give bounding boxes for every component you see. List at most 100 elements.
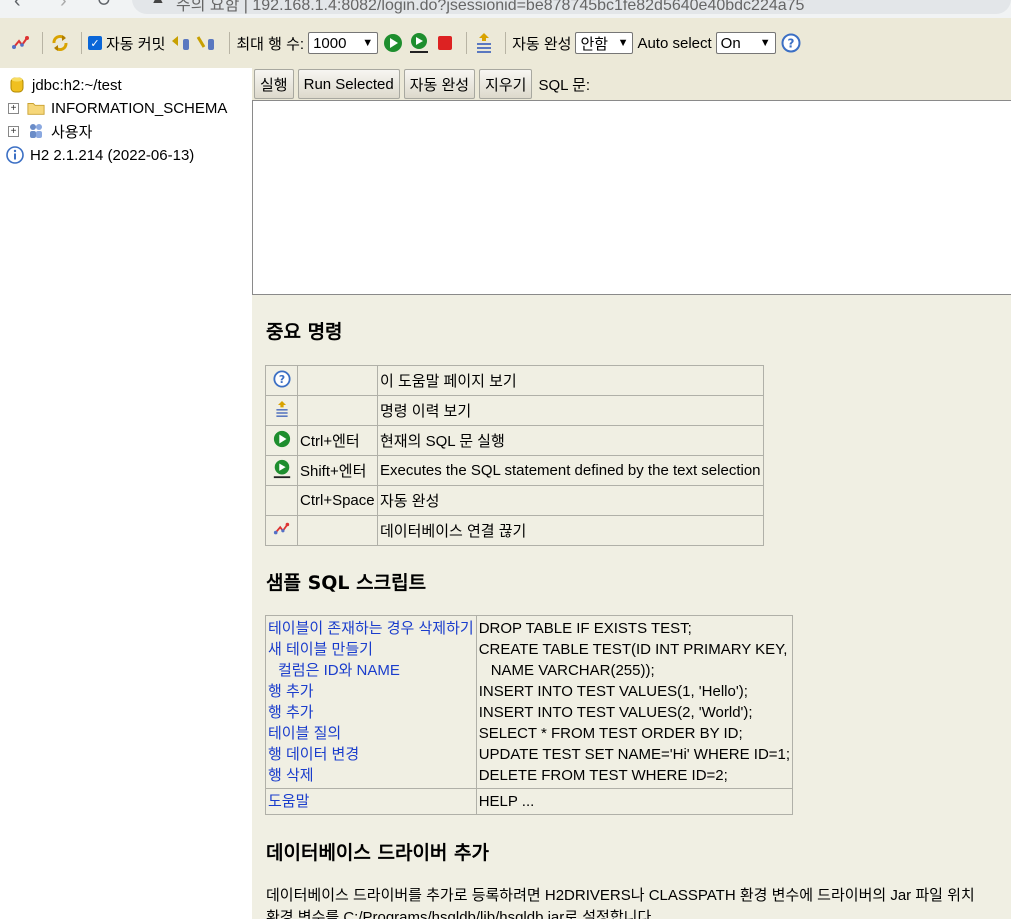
help-link-cell: 도움말 xyxy=(265,788,477,815)
separator xyxy=(229,32,231,54)
tree-item-users[interactable]: + 사용자 xyxy=(8,120,92,142)
connection-label: jdbc:h2:~/test xyxy=(32,76,122,94)
important-commands-title: 중요 명령 xyxy=(266,321,343,343)
command-key: Ctrl+엔터 xyxy=(297,425,378,456)
table-row: Ctrl+엔터 현재의 SQL 문 실행 xyxy=(265,425,764,456)
browser-chrome: ‹ › ↻ ▲ 주의 요함 | 192.168.1.4:8082/login.d… xyxy=(0,0,1011,18)
history-icon[interactable] xyxy=(265,395,298,426)
commit-icon[interactable] xyxy=(195,32,217,54)
empty-icon-cell xyxy=(265,485,298,516)
sample-link[interactable]: 새 테이블 만들기 xyxy=(268,639,474,660)
auto-commit-checkbox[interactable]: ✓ xyxy=(88,36,102,50)
tree-item-label: INFORMATION_SCHEMA xyxy=(51,99,228,117)
address-bar[interactable]: ▲ 주의 요함 | 192.168.1.4:8082/login.do?jses… xyxy=(132,0,1011,14)
table-row: Shift+엔터 Executes the SQL statement defi… xyxy=(265,455,764,486)
separator xyxy=(466,32,468,54)
command-key: Shift+엔터 xyxy=(297,455,378,486)
object-tree: jdbc:h2:~/test + INFORMATION_SCHEMA + 사용… xyxy=(0,68,252,919)
toolbar: ✓ 자동 커밋 최대 행 수: 1000 ▼ 자동 완성 안함 ▼ Auto sel… xyxy=(0,18,1011,68)
run-button[interactable]: 실행 xyxy=(254,69,294,99)
refresh-icon[interactable] xyxy=(49,32,71,54)
info-icon xyxy=(6,146,24,164)
table-row: 명령 이력 보기 xyxy=(265,395,764,426)
svg-text:?: ? xyxy=(787,37,794,51)
max-rows-label: 최대 행 수: xyxy=(236,35,305,53)
users-icon xyxy=(27,122,45,140)
query-bar: 실행 Run Selected 자동 완성 지우기 SQL 문: xyxy=(252,68,1011,100)
help-sql-cell: HELP ... xyxy=(475,788,794,815)
sample-sql-line: INSERT INTO TEST VALUES(1, 'Hello'); xyxy=(478,683,748,700)
sample-link[interactable]: 행 데이터 변경 xyxy=(268,744,474,765)
command-desc: Executes the SQL statement defined by th… xyxy=(377,455,764,486)
table-row: 도움말 HELP ... xyxy=(265,788,794,815)
separator xyxy=(505,32,507,54)
help-link[interactable]: 도움말 xyxy=(268,791,474,812)
run-selected-button[interactable]: Run Selected xyxy=(297,69,400,99)
help-icon[interactable]: ? xyxy=(265,365,298,396)
sample-sql-table: 테이블이 존재하는 경우 삭제하기 새 테이블 만들기 컬럼은 ID와 NAME… xyxy=(265,615,794,815)
run-icon[interactable] xyxy=(265,425,298,456)
sql-editor[interactable] xyxy=(252,100,1011,295)
disconnect-icon[interactable] xyxy=(10,32,32,54)
back-icon[interactable]: ‹ xyxy=(14,0,21,13)
stop-icon[interactable] xyxy=(434,32,456,54)
sample-sql-title: 샘플 SQL 스크립트 xyxy=(266,572,427,594)
chevron-down-icon: ▼ xyxy=(617,37,629,49)
sample-link[interactable]: 테이블이 존재하는 경우 삭제하기 xyxy=(268,618,474,639)
auto-select-select[interactable]: On ▼ xyxy=(715,32,776,54)
history-icon[interactable] xyxy=(473,32,495,54)
sample-sql-line: DROP TABLE IF EXISTS TEST; xyxy=(478,620,692,637)
auto-complete-label: 자동 완성 xyxy=(512,35,572,53)
max-rows-select[interactable]: 1000 ▼ xyxy=(308,32,379,54)
run-icon[interactable] xyxy=(382,32,404,54)
rollback-icon[interactable] xyxy=(169,32,191,54)
forward-icon[interactable]: › xyxy=(60,0,67,13)
separator xyxy=(81,32,82,54)
help-sql-line: HELP ... xyxy=(478,793,535,810)
clear-button[interactable]: 지우기 xyxy=(479,69,533,99)
run-selected-icon[interactable] xyxy=(265,455,298,486)
sample-links-cell: 테이블이 존재하는 경우 삭제하기 새 테이블 만들기 컬럼은 ID와 NAME… xyxy=(265,615,477,789)
table-row: ? 이 도움말 페이지 보기 xyxy=(265,365,764,396)
svg-text:?: ? xyxy=(278,373,284,386)
sample-link[interactable]: 컬럼은 ID와 NAME xyxy=(268,660,474,681)
url-text: 주의 요함 | 192.168.1.4:8082/login.do?jsessi… xyxy=(176,0,805,14)
command-key: Ctrl+Space xyxy=(297,485,378,516)
sample-sql-line: UPDATE TEST SET NAME='Hi' WHERE ID=1; xyxy=(478,746,791,763)
chevron-down-icon: ▼ xyxy=(362,37,374,49)
command-desc: 현재의 SQL 문 실행 xyxy=(377,425,764,456)
sample-link[interactable]: 행 추가 xyxy=(268,702,474,723)
sample-link[interactable]: 행 추가 xyxy=(268,681,474,702)
sql-label: SQL 문: xyxy=(538,76,591,94)
run-selected-icon[interactable] xyxy=(408,32,430,54)
sample-sql-line: INSERT INTO TEST VALUES(2, 'World'); xyxy=(478,704,753,721)
commands-table: ? 이 도움말 페이지 보기 명령 이력 보기 Ctrl+엔터 현재의 SQL … xyxy=(265,365,764,546)
tree-item-information-schema[interactable]: + INFORMATION_SCHEMA xyxy=(8,97,227,119)
expand-icon[interactable]: + xyxy=(8,125,19,137)
command-key xyxy=(297,365,378,396)
reload-icon[interactable]: ↻ xyxy=(96,0,111,11)
table-row: 테이블이 존재하는 경우 삭제하기 새 테이블 만들기 컬럼은 ID와 NAME… xyxy=(265,615,794,789)
table-row: Ctrl+Space 자동 완성 xyxy=(265,485,764,516)
add-driver-title: 데이터베이스 드라이버 추가 xyxy=(266,842,489,864)
sample-link[interactable]: 테이블 질의 xyxy=(268,723,474,744)
chevron-down-icon: ▼ xyxy=(759,37,771,49)
help-panel: 중요 명령 ? 이 도움말 페이지 보기 명령 이력 보기 Ctrl+엔터 현재… xyxy=(252,295,1011,919)
database-icon xyxy=(8,76,26,94)
separator xyxy=(42,32,43,54)
help-icon[interactable]: ? xyxy=(780,32,802,54)
folder-icon xyxy=(27,99,45,117)
auto-complete-select[interactable]: 안함 ▼ xyxy=(575,32,634,54)
command-desc: 이 도움말 페이지 보기 xyxy=(377,365,764,396)
command-desc: 데이터베이스 연결 끊기 xyxy=(377,515,764,546)
warning-icon[interactable]: ▲ xyxy=(150,0,166,8)
expand-icon[interactable]: + xyxy=(8,102,19,114)
auto-complete-button[interactable]: 자동 완성 xyxy=(403,69,476,99)
sample-link[interactable]: 행 삭제 xyxy=(268,765,474,786)
driver-text-line: 데이터베이스 드라이버를 추가로 등록하려면 H2DRIVERS나 CLASSP… xyxy=(266,887,975,904)
tree-connection[interactable]: jdbc:h2:~/test xyxy=(8,74,122,96)
disconnect-icon[interactable] xyxy=(265,515,298,546)
tree-version: H2 2.1.214 (2022-06-13) xyxy=(6,144,194,166)
table-row: 데이터베이스 연결 끊기 xyxy=(265,515,764,546)
auto-select-label: Auto select xyxy=(637,34,712,52)
